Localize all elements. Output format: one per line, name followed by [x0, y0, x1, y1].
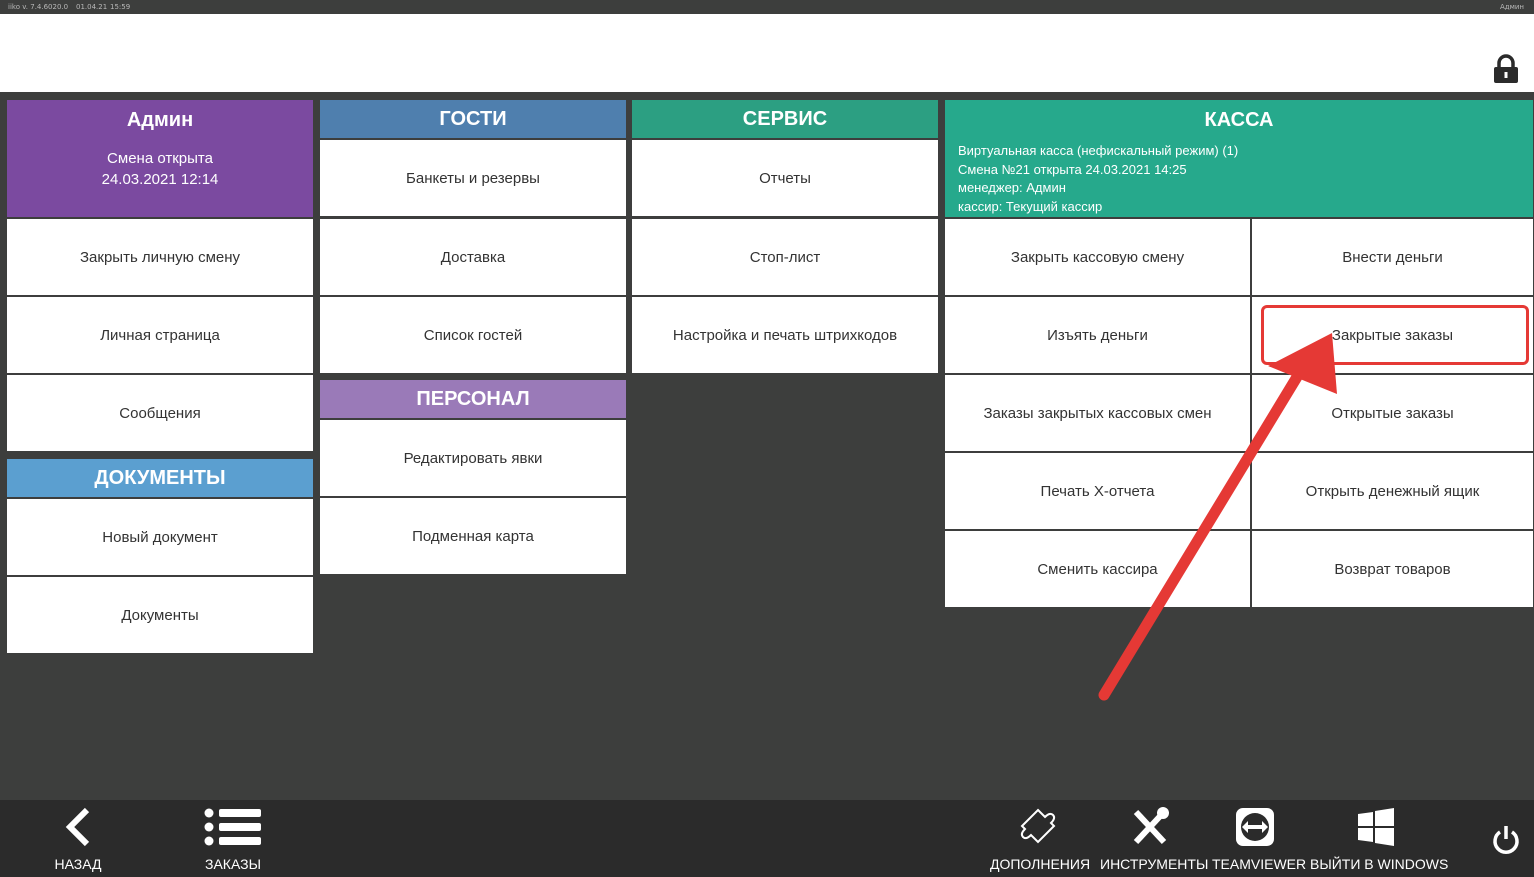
tools-icon	[1133, 807, 1169, 845]
tools-label: ИНСТРУМЕНТЫ	[1100, 856, 1209, 872]
kassa-info-line: Виртуальная касса (нефискальный режим) (…	[958, 143, 1239, 158]
back-button[interactable]: НАЗАД	[40, 800, 116, 877]
kassa-title: КАССА	[1204, 109, 1274, 131]
highlight-box	[1261, 305, 1529, 365]
substitute-card-button[interactable]: Подменная карта	[320, 498, 626, 574]
staff-header: ПЕРСОНАЛ	[320, 380, 626, 418]
close-personal-shift-button[interactable]: Закрыть личную смену	[7, 219, 313, 295]
status-bar: iiko v. 7.4.6020.0 01.04.21 15:59 Админ	[0, 0, 1534, 14]
banquets-button[interactable]: Банкеты и резервы	[320, 140, 626, 216]
open-orders-button[interactable]: Открытые заказы	[1252, 375, 1533, 451]
app-version: iiko v. 7.4.6020.0	[8, 3, 69, 11]
addons-button[interactable]: ДОПОЛНЕНИЯ	[990, 800, 1091, 877]
kassa-info-line: менеджер: Админ	[958, 180, 1066, 195]
exit-windows-button[interactable]: ВЫЙТИ В WINDOWS	[1310, 800, 1449, 877]
teamviewer-label: TEAMVIEWER	[1212, 856, 1307, 872]
power-button[interactable]	[1486, 800, 1526, 877]
status-date: 01.04.21	[76, 3, 108, 11]
bottom-toolbar: НАЗАД ЗАКАЗЫ ДОПОЛНЕНИЯ ИНСТРУМЕНТЫ TEAM…	[0, 800, 1534, 877]
status-user: Админ	[1499, 3, 1524, 11]
status-time: 15:59	[110, 3, 131, 11]
teamviewer-icon	[1236, 808, 1274, 846]
return-goods-button[interactable]: Возврат товаров	[1252, 531, 1533, 607]
admin-header: Админ Смена открыта 24.03.2021 12:14	[7, 100, 313, 217]
back-label: НАЗАД	[54, 856, 102, 872]
kassa-info-line: Смена №21 открыта 24.03.2021 14:25	[958, 161, 1187, 177]
teamviewer-button[interactable]: TEAMVIEWER	[1212, 800, 1307, 877]
personal-page-button[interactable]: Личная страница	[7, 297, 313, 373]
tools-button[interactable]: ИНСТРУМЕНТЫ	[1100, 800, 1209, 877]
barcode-settings-button[interactable]: Настройка и печать штрихкодов	[632, 297, 938, 373]
withdraw-money-button[interactable]: Изъять деньги	[945, 297, 1250, 373]
documents-button[interactable]: Документы	[7, 577, 313, 653]
close-cash-shift-button[interactable]: Закрыть кассовую смену	[945, 219, 1250, 295]
addons-label: ДОПОЛНЕНИЯ	[990, 856, 1091, 872]
service-header: СЕРВИС	[632, 100, 938, 138]
documents-header: ДОКУМЕНТЫ	[7, 459, 313, 497]
stop-list-button[interactable]: Стоп-лист	[632, 219, 938, 295]
puzzle-icon	[1020, 808, 1056, 844]
exit-windows-label: ВЫЙТИ В WINDOWS	[1310, 856, 1449, 872]
open-cash-drawer-button[interactable]: Открыть денежный ящик	[1252, 453, 1533, 529]
reports-button[interactable]: Отчеты	[632, 140, 938, 216]
admin-name: Админ	[126, 109, 194, 131]
orders-label: ЗАКАЗЫ	[205, 856, 261, 872]
windows-icon	[1358, 808, 1394, 846]
kassa-header: КАССА Виртуальная касса (нефискальный ре…	[945, 100, 1533, 217]
back-arrow-icon	[65, 807, 90, 847]
print-x-report-button[interactable]: Печать X-отчета	[945, 453, 1250, 529]
header-bar	[0, 14, 1534, 92]
orders-button[interactable]: ЗАКАЗЫ	[193, 800, 273, 877]
kassa-info-line: кассир: Текущий кассир	[958, 198, 1103, 214]
closed-shift-orders-button[interactable]: Заказы закрытых кассовых смен	[945, 375, 1250, 451]
edit-attendance-button[interactable]: Редактировать явки	[320, 420, 626, 496]
delivery-button[interactable]: Доставка	[320, 219, 626, 295]
messages-button[interactable]: Сообщения	[7, 375, 313, 451]
lock-icon[interactable]	[1493, 54, 1519, 84]
shift-opened-time: 24.03.2021 12:14	[101, 171, 219, 188]
list-icon	[204, 808, 261, 846]
new-document-button[interactable]: Новый документ	[7, 499, 313, 575]
guest-list-button[interactable]: Список гостей	[320, 297, 626, 373]
deposit-money-button[interactable]: Внести деньги	[1252, 219, 1533, 295]
power-icon	[1493, 826, 1519, 854]
shift-status: Смена открыта	[107, 150, 213, 167]
change-cashier-button[interactable]: Сменить кассира	[945, 531, 1250, 607]
guests-header: ГОСТИ	[320, 100, 626, 138]
